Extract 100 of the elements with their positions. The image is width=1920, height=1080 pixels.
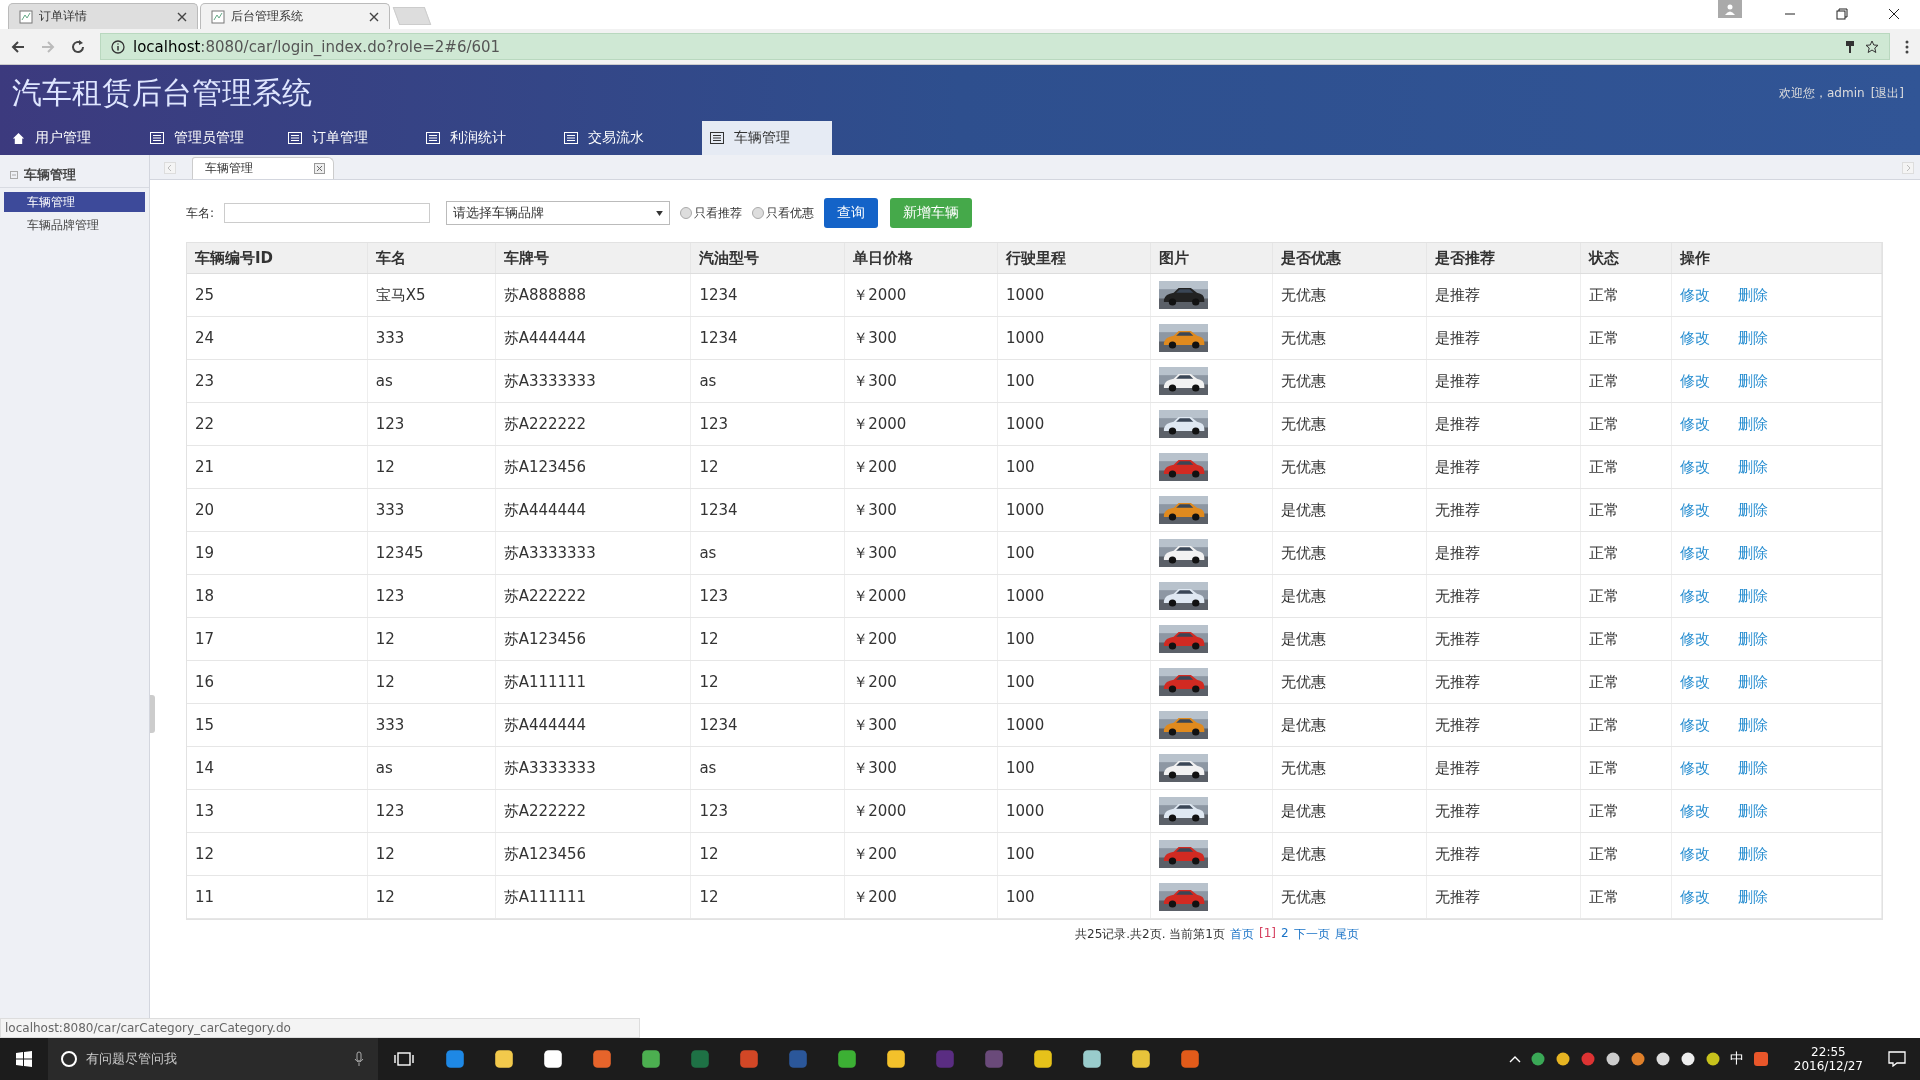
delete-link[interactable]: 删除 xyxy=(1738,629,1769,649)
delete-link[interactable]: 删除 xyxy=(1738,414,1769,434)
close-icon[interactable] xyxy=(1888,8,1900,20)
browser-tab[interactable]: 订单详情 xyxy=(8,3,198,29)
column-header: 车辆编号ID xyxy=(195,248,274,268)
table-cell: 无优惠 xyxy=(1280,371,1326,391)
search-button[interactable]: 查询 xyxy=(824,198,879,228)
edit-link[interactable]: 修改 xyxy=(1680,758,1711,778)
edit-link[interactable]: 修改 xyxy=(1680,457,1711,477)
delete-link[interactable]: 删除 xyxy=(1738,500,1769,520)
info-icon[interactable] xyxy=(111,39,125,54)
add-car-button[interactable]: 新增车辆 xyxy=(890,198,973,228)
task-view-icon[interactable] xyxy=(394,1052,414,1066)
delete-link[interactable]: 删除 xyxy=(1738,801,1769,821)
tray-icon[interactable] xyxy=(1629,1051,1646,1067)
tray-icon[interactable] xyxy=(1704,1051,1721,1067)
page-link[interactable]: 下一页 xyxy=(1293,926,1330,943)
table-cell: ￥2000 xyxy=(853,285,907,305)
notification-icon[interactable] xyxy=(1888,1051,1906,1067)
filter-radio[interactable]: 只看推荐 xyxy=(680,204,743,222)
restore-icon[interactable] xyxy=(1836,8,1848,20)
table-cell: 正常 xyxy=(1589,328,1620,348)
clock[interactable]: 22:55 2016/12/27 xyxy=(1793,1045,1863,1073)
delete-link[interactable]: 删除 xyxy=(1738,371,1769,391)
microphone-icon[interactable] xyxy=(354,1051,364,1067)
collapse-handle[interactable] xyxy=(150,695,155,733)
page-link[interactable]: 2 xyxy=(1281,926,1289,943)
table-cell: 123 xyxy=(699,587,729,605)
show-hidden-icon[interactable] xyxy=(1508,1055,1521,1063)
table-cell: 苏A888888 xyxy=(503,285,587,305)
edit-link[interactable]: 修改 xyxy=(1680,672,1711,692)
table-cell: 苏A222222 xyxy=(503,414,587,434)
close-icon[interactable] xyxy=(369,11,379,22)
sidebar-item[interactable]: 车辆品牌管理 xyxy=(4,215,145,235)
table-cell: 正常 xyxy=(1589,844,1620,864)
tray-icon[interactable] xyxy=(1604,1051,1621,1067)
delete-link[interactable]: 删除 xyxy=(1738,586,1769,606)
nav-tab[interactable]: 利润统计 xyxy=(426,121,564,155)
table-cell: 苏A3333333 xyxy=(503,371,596,391)
delete-link[interactable]: 删除 xyxy=(1738,844,1769,864)
delete-link[interactable]: 删除 xyxy=(1738,457,1769,477)
sidebar-item[interactable]: 车辆管理 xyxy=(4,192,145,212)
delete-link[interactable]: 删除 xyxy=(1738,328,1769,348)
table-cell: 是推荐 xyxy=(1434,457,1480,477)
table-cell: 23 xyxy=(195,372,215,390)
table-cell: 12345 xyxy=(375,544,424,562)
delete-link[interactable]: 删除 xyxy=(1738,285,1769,305)
delete-link[interactable]: 删除 xyxy=(1738,543,1769,563)
tray-icon[interactable] xyxy=(1554,1051,1571,1067)
back-icon[interactable] xyxy=(10,38,26,55)
delete-link[interactable]: 删除 xyxy=(1738,672,1769,692)
star-icon[interactable] xyxy=(1865,39,1879,54)
nav-tab[interactable]: 管理员管理 xyxy=(150,121,288,155)
edit-link[interactable]: 修改 xyxy=(1680,715,1711,735)
close-icon[interactable] xyxy=(177,11,187,22)
table-cell: 100 xyxy=(1006,458,1035,476)
edit-link[interactable]: 修改 xyxy=(1680,887,1711,907)
edit-link[interactable]: 修改 xyxy=(1680,500,1711,520)
logout-link[interactable]: [退出] xyxy=(1870,84,1904,102)
edit-link[interactable]: 修改 xyxy=(1680,371,1711,391)
brand-select[interactable]: 请选择车辆品牌 xyxy=(446,201,671,225)
filter-radio[interactable]: 只看优惠 xyxy=(752,204,815,222)
page-link[interactable]: [1] xyxy=(1259,926,1276,943)
tray-icon[interactable] xyxy=(1654,1051,1671,1067)
edit-link[interactable]: 修改 xyxy=(1680,328,1711,348)
edit-link[interactable]: 修改 xyxy=(1680,285,1711,305)
edit-link[interactable]: 修改 xyxy=(1680,844,1711,864)
delete-link[interactable]: 删除 xyxy=(1738,887,1769,907)
tray-icon[interactable] xyxy=(1679,1051,1696,1067)
table-cell: 无优惠 xyxy=(1280,414,1326,434)
browser-tab[interactable]: 后台管理系统 xyxy=(200,3,390,29)
edit-link[interactable]: 修改 xyxy=(1680,586,1711,606)
reload-icon[interactable] xyxy=(70,38,86,55)
edit-link[interactable]: 修改 xyxy=(1680,414,1711,434)
delete-link[interactable]: 删除 xyxy=(1738,758,1769,778)
input-method-indicator[interactable]: 中 xyxy=(1729,1050,1744,1068)
content-tab[interactable]: 车辆管理 xyxy=(192,157,334,179)
edit-link[interactable]: 修改 xyxy=(1680,801,1711,821)
column-header: 状态 xyxy=(1589,248,1620,268)
page-summary: 共25记录.共2页. 当前第1页 xyxy=(1075,926,1225,943)
edit-link[interactable]: 修改 xyxy=(1680,629,1711,649)
nav-tab[interactable]: 交易流水 xyxy=(564,121,702,155)
edit-link[interactable]: 修改 xyxy=(1680,543,1711,563)
taskbar-search-field[interactable]: 有问题尽管问我 xyxy=(48,1038,378,1080)
table-cell: 无优惠 xyxy=(1280,285,1326,305)
table-cell: 100 xyxy=(1006,372,1035,390)
address-field[interactable]: localhost:8080/car/login_index.do?role=2#6/601 xyxy=(100,33,1890,60)
nav-tab[interactable]: 订单管理 xyxy=(288,121,426,155)
table-cell: 12 xyxy=(375,673,395,691)
table-cell: 是推荐 xyxy=(1434,543,1480,563)
start-icon[interactable] xyxy=(16,1051,32,1067)
page-link[interactable]: 尾页 xyxy=(1334,926,1359,943)
page-link[interactable]: 首页 xyxy=(1230,926,1254,943)
tray-icon[interactable] xyxy=(1529,1051,1546,1067)
menu-icon[interactable] xyxy=(1904,38,1910,55)
nav-tab[interactable]: 用户管理 xyxy=(12,121,150,155)
car-name-field[interactable] xyxy=(224,203,431,223)
nav-tab[interactable]: 车辆管理 xyxy=(702,121,832,155)
delete-link[interactable]: 删除 xyxy=(1738,715,1769,735)
key-icon[interactable] xyxy=(1843,39,1857,54)
